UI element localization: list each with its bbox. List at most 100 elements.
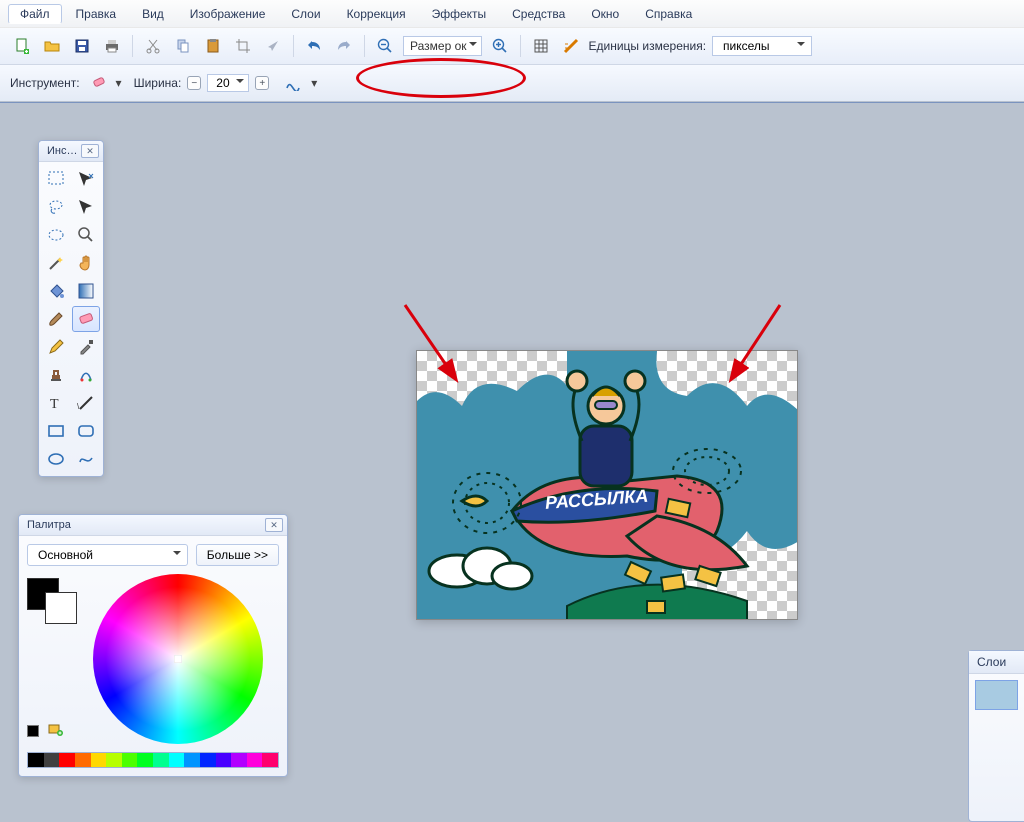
- tool-zoom[interactable]: [72, 222, 100, 248]
- tool-color-picker[interactable]: [72, 334, 100, 360]
- palette-color[interactable]: [231, 753, 247, 767]
- palette-color[interactable]: [106, 753, 122, 767]
- tools-panel-close-button[interactable]: ✕: [81, 144, 99, 158]
- copy-button[interactable]: [171, 34, 195, 58]
- top-area: Файл Правка Вид Изображение Слои Коррекц…: [0, 0, 1024, 103]
- new-file-icon: [13, 37, 31, 55]
- menu-tools[interactable]: Средства: [500, 4, 577, 24]
- palette-color[interactable]: [137, 753, 153, 767]
- units-label: Единицы измерения:: [589, 39, 707, 53]
- palette-color[interactable]: [169, 753, 185, 767]
- grid-icon: [532, 37, 550, 55]
- palette-color[interactable]: [59, 753, 75, 767]
- tool-move-selection[interactable]: [72, 166, 100, 192]
- crop-icon: [234, 37, 252, 55]
- deselect-button[interactable]: [261, 34, 285, 58]
- paste-button[interactable]: [201, 34, 225, 58]
- tool-freeform[interactable]: [72, 446, 100, 472]
- save-button[interactable]: [70, 34, 94, 58]
- palette-color[interactable]: [75, 753, 91, 767]
- cut-button[interactable]: [141, 34, 165, 58]
- tools-panel[interactable]: Инс… ✕ T \: [38, 140, 104, 477]
- redo-button[interactable]: [332, 34, 356, 58]
- tool-lasso[interactable]: [42, 194, 70, 220]
- width-decrease-button[interactable]: −: [187, 76, 201, 90]
- width-value-select[interactable]: 20: [207, 74, 249, 92]
- tool-recolor[interactable]: [72, 362, 100, 388]
- menu-layers[interactable]: Слои: [279, 4, 332, 24]
- units-select[interactable]: пикселы: [712, 36, 812, 56]
- layers-panel-title: Слои: [969, 651, 1024, 674]
- undo-button[interactable]: [302, 34, 326, 58]
- main-toolbar: Размер ок Единицы измерения: пикселы: [0, 28, 1024, 65]
- grid-button[interactable]: [529, 34, 553, 58]
- menu-edit[interactable]: Правка: [64, 4, 129, 24]
- palette-color[interactable]: [122, 753, 138, 767]
- tool-gradient[interactable]: [72, 278, 100, 304]
- tool-options-toolbar: Инструмент: ▾ Ширина: − 20 + ▾: [0, 65, 1024, 102]
- palette-color[interactable]: [216, 753, 232, 767]
- tool-fill[interactable]: [42, 278, 70, 304]
- tool-rectangle[interactable]: [42, 418, 70, 444]
- open-file-button[interactable]: [40, 34, 64, 58]
- secondary-color-swatch[interactable]: [45, 592, 77, 624]
- tool-move[interactable]: [72, 194, 100, 220]
- new-file-button[interactable]: [10, 34, 34, 58]
- tool-brush[interactable]: [42, 306, 70, 332]
- palette-color[interactable]: [184, 753, 200, 767]
- color-swatches[interactable]: [27, 578, 83, 626]
- menu-window[interactable]: Окно: [579, 4, 631, 24]
- color-wheel-cursor[interactable]: [174, 655, 182, 663]
- palette-color[interactable]: [200, 753, 216, 767]
- crop-button[interactable]: [231, 34, 255, 58]
- tool-ellipse-select[interactable]: [42, 222, 70, 248]
- palette-color[interactable]: [28, 753, 44, 767]
- tool-rect-select[interactable]: [42, 166, 70, 192]
- menu-view[interactable]: Вид: [130, 4, 176, 24]
- mini-swatch-black[interactable]: [27, 725, 39, 737]
- color-wheel[interactable]: [93, 574, 263, 744]
- zoom-in-icon: [491, 37, 509, 55]
- tool-clone[interactable]: [42, 362, 70, 388]
- tool-ellipse[interactable]: [42, 446, 70, 472]
- width-increase-button[interactable]: +: [255, 76, 269, 90]
- palette-mode-select[interactable]: Основной: [27, 544, 188, 566]
- tool-magic-wand[interactable]: [42, 250, 70, 276]
- menu-file[interactable]: Файл: [8, 4, 62, 24]
- menu-image[interactable]: Изображение: [178, 4, 278, 24]
- palette-color[interactable]: [262, 753, 278, 767]
- palette-more-button[interactable]: Больше >>: [196, 544, 279, 566]
- tool-text[interactable]: T: [42, 390, 70, 416]
- document-canvas[interactable]: РАССЫЛКА: [416, 350, 798, 620]
- palette-color[interactable]: [247, 753, 263, 767]
- layer-thumbnail[interactable]: [975, 680, 1018, 710]
- zoom-level-select[interactable]: Размер ок: [403, 36, 482, 56]
- layers-panel[interactable]: Слои: [968, 650, 1024, 822]
- palette-titlebar[interactable]: Палитра ✕: [19, 515, 287, 536]
- zoom-in-button[interactable]: [488, 34, 512, 58]
- palette-close-button[interactable]: ✕: [265, 518, 283, 532]
- print-button[interactable]: [100, 34, 124, 58]
- antialias-button[interactable]: [281, 71, 305, 95]
- palette-color[interactable]: [153, 753, 169, 767]
- current-tool-indicator[interactable]: [86, 71, 110, 95]
- width-label: Ширина:: [134, 76, 182, 90]
- add-palette-icon[interactable]: [46, 720, 64, 738]
- menu-effects[interactable]: Эффекты: [420, 4, 499, 24]
- tool-pan[interactable]: [72, 250, 100, 276]
- tool-line[interactable]: \: [72, 390, 100, 416]
- separator: [520, 35, 521, 57]
- menu-correction[interactable]: Коррекция: [335, 4, 418, 24]
- tool-eraser[interactable]: [72, 306, 100, 332]
- palette-color[interactable]: [91, 753, 107, 767]
- tool-pencil[interactable]: [42, 334, 70, 360]
- palette-strip[interactable]: [27, 752, 279, 768]
- zoom-out-button[interactable]: [373, 34, 397, 58]
- tool-rounded-rect[interactable]: [72, 418, 100, 444]
- tools-panel-titlebar[interactable]: Инс… ✕: [39, 141, 103, 162]
- palette-panel[interactable]: Палитра ✕ Основной Больше >>: [18, 514, 288, 777]
- palette-color[interactable]: [44, 753, 60, 767]
- menu-help[interactable]: Справка: [633, 4, 704, 24]
- ruler-button[interactable]: [559, 34, 583, 58]
- palette-title: Палитра: [27, 519, 71, 531]
